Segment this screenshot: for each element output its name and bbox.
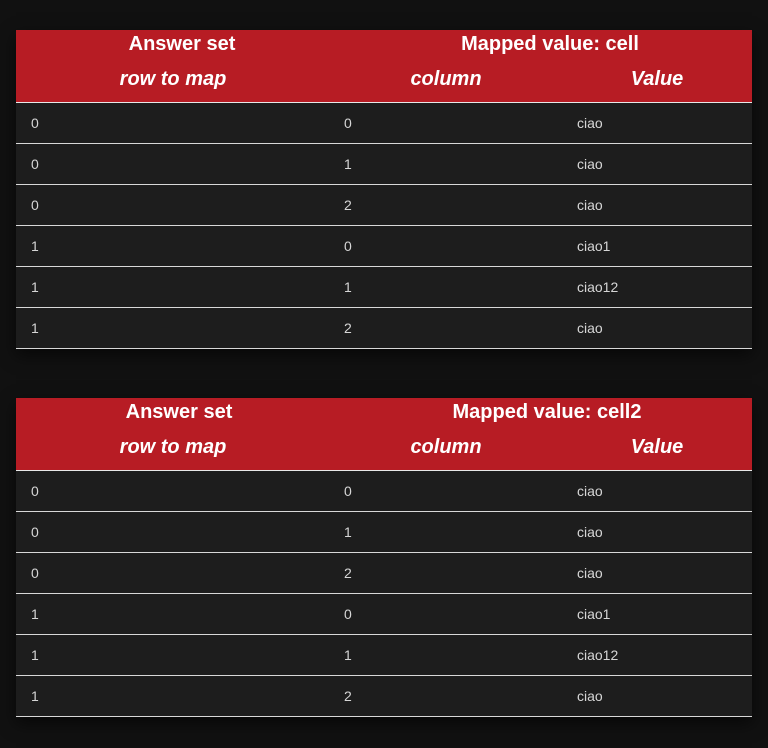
column-header-value: Value xyxy=(630,68,684,90)
answer-set-heading: Answer set xyxy=(125,401,233,423)
cell-value: ciao xyxy=(577,688,603,704)
cell-row: 0 xyxy=(31,115,39,131)
cell-row: 1 xyxy=(31,320,39,336)
table-row: 0 0 ciao xyxy=(16,103,752,144)
mapped-value-heading: Mapped value: cell2 xyxy=(452,401,642,423)
cell-value: ciao1 xyxy=(577,238,611,254)
cell-value: ciao xyxy=(577,115,603,131)
cell-column: 0 xyxy=(344,483,352,499)
answer-set-table-cell2: Answer set Mapped value: cell2 row to ma… xyxy=(16,398,752,717)
column-header-column: column xyxy=(410,436,482,458)
cell-value: ciao xyxy=(577,565,603,581)
answer-set-table-cell: Answer set Mapped value: cell row to map… xyxy=(16,30,752,349)
cell-column: 2 xyxy=(344,320,352,336)
table-row: 0 1 ciao xyxy=(16,512,752,553)
table-header: Answer set Mapped value: cell row to map… xyxy=(16,30,752,103)
table-row: 0 2 ciao xyxy=(16,185,752,226)
table-row: 0 2 ciao xyxy=(16,553,752,594)
mapped-value-heading: Mapped value: cell xyxy=(461,33,639,55)
cell-row: 1 xyxy=(31,279,39,295)
answer-set-heading: Answer set xyxy=(128,33,236,55)
table-row: 1 2 ciao xyxy=(16,676,752,717)
table-row: 1 1 ciao12 xyxy=(16,267,752,308)
column-header-row-to-map: row to map xyxy=(119,436,227,458)
cell-column: 0 xyxy=(344,115,352,131)
cell-column: 1 xyxy=(344,647,352,663)
table-header: Answer set Mapped value: cell2 row to ma… xyxy=(16,398,752,471)
cell-value: ciao xyxy=(577,524,603,540)
cell-row: 1 xyxy=(31,238,39,254)
cell-row: 0 xyxy=(31,565,39,581)
cell-column: 2 xyxy=(344,688,352,704)
table-row: 0 1 ciao xyxy=(16,144,752,185)
cell-column: 1 xyxy=(344,279,352,295)
cell-column: 2 xyxy=(344,565,352,581)
cell-row: 0 xyxy=(31,156,39,172)
cell-row: 1 xyxy=(31,647,39,663)
cell-row: 0 xyxy=(31,524,39,540)
cell-value: ciao xyxy=(577,483,603,499)
table-row: 1 1 ciao12 xyxy=(16,635,752,676)
cell-column: 1 xyxy=(344,524,352,540)
cell-column: 0 xyxy=(344,606,352,622)
column-header-value: Value xyxy=(630,436,684,458)
cell-row: 0 xyxy=(31,197,39,213)
cell-value: ciao12 xyxy=(577,647,619,663)
cell-value: ciao1 xyxy=(577,606,611,622)
cell-column: 2 xyxy=(344,197,352,213)
cell-value: ciao xyxy=(577,156,603,172)
cell-value: ciao xyxy=(577,197,603,213)
table-row: 1 0 ciao1 xyxy=(16,594,752,635)
cell-row: 1 xyxy=(31,688,39,704)
table-row: 0 0 ciao xyxy=(16,471,752,512)
cell-value: ciao12 xyxy=(577,279,619,295)
cell-row: 1 xyxy=(31,606,39,622)
column-header-row-to-map: row to map xyxy=(119,68,227,90)
cell-column: 1 xyxy=(344,156,352,172)
cell-value: ciao xyxy=(577,320,603,336)
cell-row: 0 xyxy=(31,483,39,499)
column-header-column: column xyxy=(410,68,482,90)
cell-column: 0 xyxy=(344,238,352,254)
table-row: 1 2 ciao xyxy=(16,308,752,349)
table-row: 1 0 ciao1 xyxy=(16,226,752,267)
